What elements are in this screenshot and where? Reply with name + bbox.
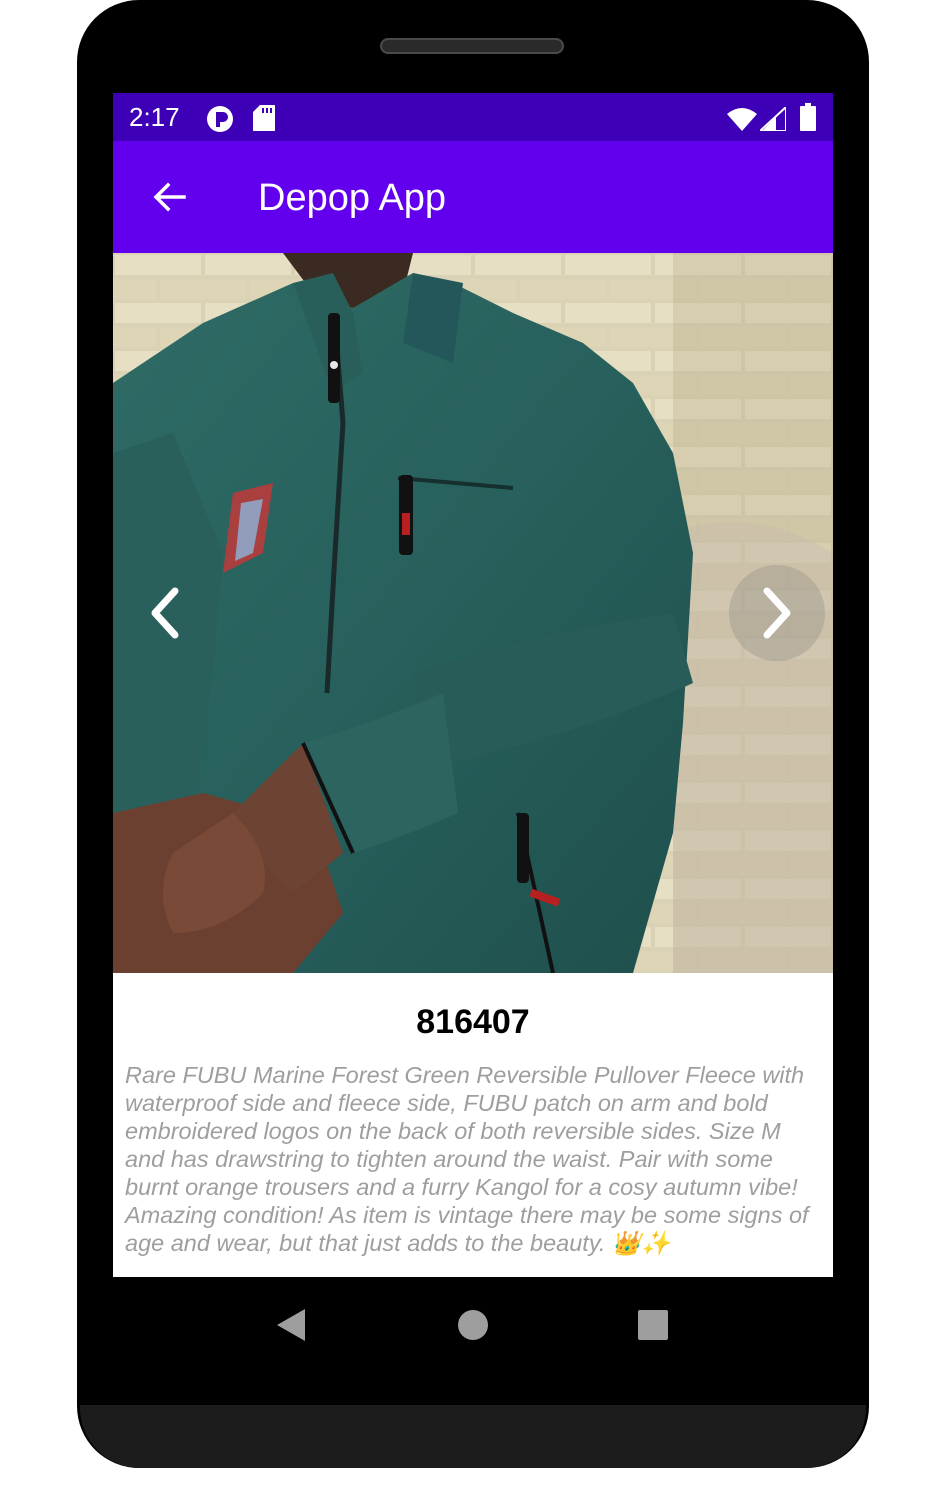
nav-home-icon bbox=[458, 1310, 488, 1340]
battery-icon bbox=[800, 103, 816, 131]
back-button[interactable] bbox=[141, 169, 197, 225]
image-carousel[interactable] bbox=[113, 253, 833, 973]
app-screen: 2:17 Depop App 816407 Rare FUBU Marine F… bbox=[113, 93, 833, 1277]
status-bar: 2:17 bbox=[113, 93, 833, 141]
system-navigation-bar bbox=[113, 1277, 833, 1373]
wifi-icon bbox=[727, 108, 757, 131]
earpiece-speaker bbox=[380, 38, 564, 54]
next-image-button[interactable] bbox=[729, 565, 825, 661]
app-bar: Depop App bbox=[113, 141, 833, 253]
item-description: Rare FUBU Marine Forest Green Reversible… bbox=[125, 1062, 809, 1256]
system-recents-button[interactable] bbox=[627, 1299, 679, 1351]
arrow-back-icon bbox=[153, 182, 186, 212]
previous-image-button[interactable] bbox=[117, 565, 213, 661]
system-home-button[interactable] bbox=[447, 1299, 499, 1351]
media-icon bbox=[207, 106, 233, 132]
product-photo bbox=[113, 253, 833, 973]
sd-card-icon bbox=[253, 105, 275, 131]
chevron-right-icon bbox=[763, 587, 791, 639]
nav-back-icon bbox=[277, 1309, 305, 1341]
cell-signal-icon bbox=[760, 107, 786, 131]
app-title: Depop App bbox=[258, 177, 447, 219]
system-back-button[interactable] bbox=[265, 1299, 317, 1351]
item-id: 816407 bbox=[416, 1003, 530, 1041]
chevron-left-icon bbox=[151, 587, 179, 639]
nav-recents-icon bbox=[638, 1310, 668, 1340]
device-chin bbox=[80, 1405, 866, 1468]
status-time: 2:17 bbox=[129, 102, 180, 132]
